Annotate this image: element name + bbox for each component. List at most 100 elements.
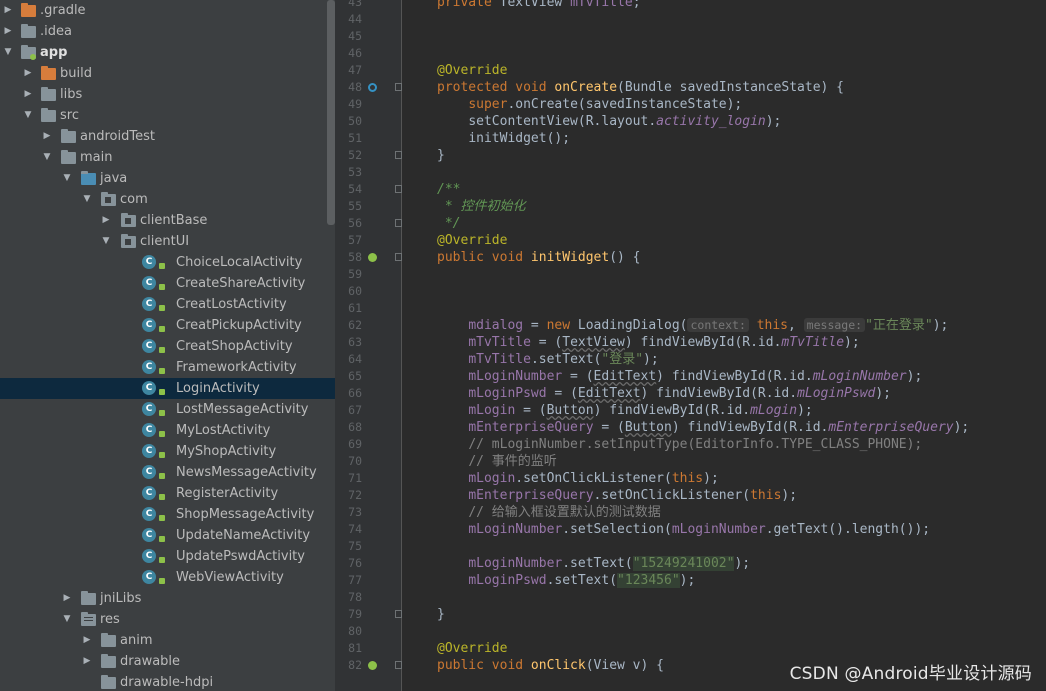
tree-item-creatpickupactivity[interactable]: C CreatPickupActivity	[0, 315, 335, 336]
chevron-right-icon[interactable]: ▶	[61, 588, 73, 609]
fold-icon[interactable]	[395, 610, 402, 618]
chevron-right-icon[interactable]: ▶	[81, 651, 93, 672]
code-line[interactable]: 70 // 事件的监听	[335, 453, 1046, 470]
code-line[interactable]: 77 mLoginPswd.setText("123456");	[335, 572, 1046, 589]
code-line[interactable]: 48 protected void onCreate(Bundle savedIn…	[335, 79, 1046, 96]
code-editor[interactable]: 43 private TextView mTvTitle; 44 45 46 47…	[335, 0, 1046, 691]
tree-item-newsmessageactivity[interactable]: C NewsMessageActivity	[0, 462, 335, 483]
code-line[interactable]: 53	[335, 164, 1046, 181]
code-line[interactable]: 67 mLogin = (Button) findViewById(R.id.m…	[335, 402, 1046, 419]
code-line[interactable]: 65 mLoginNumber = (EditText) findViewByI…	[335, 368, 1046, 385]
chevron-down-icon[interactable]: ▼	[81, 189, 93, 210]
tree-item-jnilibs[interactable]: ▶ jniLibs	[0, 588, 335, 609]
fold-icon[interactable]	[395, 83, 402, 91]
chevron-right-icon[interactable]: ▶	[22, 84, 34, 105]
tree-item-frameworkactivity[interactable]: C FrameworkActivity	[0, 357, 335, 378]
chevron-down-icon[interactable]: ▼	[41, 147, 53, 168]
code-line[interactable]: 56 */	[335, 215, 1046, 232]
tree-item-androidtest[interactable]: ▶ androidTest	[0, 126, 335, 147]
code-line[interactable]: 62 mdialog = new LoadingDialog(context: …	[335, 317, 1046, 334]
code-line[interactable]: 57 @Override	[335, 232, 1046, 249]
tree-item-src[interactable]: ▼ src	[0, 105, 335, 126]
tree-item-webviewactivity[interactable]: C WebViewActivity	[0, 567, 335, 588]
code-line[interactable]: 81 @Override	[335, 640, 1046, 657]
tree-item-lostmessageactivity[interactable]: C LostMessageActivity	[0, 399, 335, 420]
chevron-right-icon[interactable]: ▶	[100, 210, 112, 231]
tree-item-clientui[interactable]: ▼ clientUI	[0, 231, 335, 252]
code-line[interactable]: 47 @Override	[335, 62, 1046, 79]
code-line[interactable]: 69 // mLoginNumber.setInputType(EditorIn…	[335, 436, 1046, 453]
fold-icon[interactable]	[395, 185, 402, 193]
chevron-down-icon[interactable]: ▼	[61, 609, 73, 630]
tree-item-creatshopactivity[interactable]: C CreatShopActivity	[0, 336, 335, 357]
code-line[interactable]: 46	[335, 45, 1046, 62]
code-line[interactable]: 58 public void initWidget() {	[335, 249, 1046, 266]
tree-item-choicelocalactivity[interactable]: C ChoiceLocalActivity	[0, 252, 335, 273]
tree-item-creatlostactivity[interactable]: C CreatLostActivity	[0, 294, 335, 315]
code-line[interactable]: 44	[335, 11, 1046, 28]
tree-item-libs[interactable]: ▶ libs	[0, 84, 335, 105]
tree-item-drawable-hdpi[interactable]: drawable-hdpi	[0, 672, 335, 691]
code-line[interactable]: 75	[335, 538, 1046, 555]
code-line[interactable]: 72 mEnterpriseQuery.setOnClickListener(t…	[335, 487, 1046, 504]
tree-item-loginactivity[interactable]: C LoginActivity	[0, 378, 335, 399]
tree-item-shopmessageactivity[interactable]: C ShopMessageActivity	[0, 504, 335, 525]
tree-item-updatepswdactivity[interactable]: C UpdatePswdActivity	[0, 546, 335, 567]
fold-icon[interactable]	[395, 219, 402, 227]
code-line[interactable]: 45	[335, 28, 1046, 45]
code-area[interactable]: 43 private TextView mTvTitle; 44 45 46 47…	[335, 0, 1046, 674]
fold-icon[interactable]	[395, 151, 402, 159]
chevron-right-icon[interactable]: ▶	[41, 126, 53, 147]
chevron-right-icon[interactable]: ▶	[2, 0, 14, 21]
chevron-down-icon[interactable]: ▼	[2, 42, 14, 63]
code-line[interactable]: 50 setContentView(R.layout.activity_logi…	[335, 113, 1046, 130]
code-line[interactable]: 60	[335, 283, 1046, 300]
fold-icon[interactable]	[395, 661, 402, 669]
code-line[interactable]: 55 * 控件初始化	[335, 198, 1046, 215]
override-marker-icon[interactable]	[368, 83, 377, 92]
tree-item-gradle[interactable]: ▶ .gradle	[0, 0, 335, 21]
chevron-right-icon[interactable]: ▶	[22, 63, 34, 84]
code-line[interactable]: 64 mTvTitle.setText("登录");	[335, 351, 1046, 368]
code-line[interactable]: 61	[335, 300, 1046, 317]
implements-marker-icon[interactable]	[368, 661, 377, 670]
tree-item-myshopactivity[interactable]: C MyShopActivity	[0, 441, 335, 462]
code-line[interactable]: 52}	[335, 147, 1046, 164]
code-line[interactable]: 63 mTvTitle = (TextView) findViewById(R.…	[335, 334, 1046, 351]
code-line[interactable]: 66 mLoginPswd = (EditText) findViewById(…	[335, 385, 1046, 402]
code-line[interactable]: 68 mEnterpriseQuery = (Button) findViewB…	[335, 419, 1046, 436]
tree-item-app[interactable]: ▼ app	[0, 42, 335, 63]
implements-marker-icon[interactable]	[368, 253, 377, 262]
tree-item-idea[interactable]: ▶ .idea	[0, 21, 335, 42]
chevron-right-icon[interactable]: ▶	[2, 21, 14, 42]
code-line[interactable]: 59	[335, 266, 1046, 283]
code-line[interactable]: 54 /**	[335, 181, 1046, 198]
tree-item-build[interactable]: ▶ build	[0, 63, 335, 84]
code-line[interactable]: 79}	[335, 606, 1046, 623]
code-line[interactable]: 51 initWidget();	[335, 130, 1046, 147]
tree-item-registeractivity[interactable]: C RegisterActivity	[0, 483, 335, 504]
code-line[interactable]: 76 mLoginNumber.setText("15249241002");	[335, 555, 1046, 572]
chevron-down-icon[interactable]: ▼	[61, 168, 73, 189]
tree-item-updatenameactivity[interactable]: C UpdateNameActivity	[0, 525, 335, 546]
chevron-down-icon[interactable]: ▼	[100, 231, 112, 252]
code-line[interactable]: 73 // 给输入框设置默认的测试数据	[335, 504, 1046, 521]
code-line[interactable]: 74 mLoginNumber.setSelection(mLoginNumbe…	[335, 521, 1046, 538]
code-line[interactable]: 80	[335, 623, 1046, 640]
code-line[interactable]: 78	[335, 589, 1046, 606]
chevron-down-icon[interactable]: ▼	[22, 105, 34, 126]
code-line[interactable]: 43 private TextView mTvTitle;	[335, 0, 1046, 11]
tree-item-java[interactable]: ▼ java	[0, 168, 335, 189]
tree-item-createshareactivity[interactable]: C CreateShareActivity	[0, 273, 335, 294]
tree-item-anim[interactable]: ▶ anim	[0, 630, 335, 651]
fold-icon[interactable]	[395, 253, 402, 261]
chevron-right-icon[interactable]: ▶	[81, 630, 93, 651]
tree-item-clientbase[interactable]: ▶ clientBase	[0, 210, 335, 231]
code-line[interactable]: 71 mLogin.setOnClickListener(this);	[335, 470, 1046, 487]
tree-item-res[interactable]: ▼ res	[0, 609, 335, 630]
tree-item-main[interactable]: ▼ main	[0, 147, 335, 168]
code-line[interactable]: 49 super.onCreate(savedInstanceState);	[335, 96, 1046, 113]
tree-scrollbar[interactable]	[327, 0, 335, 225]
tree-item-mylostactivity[interactable]: C MyLostActivity	[0, 420, 335, 441]
tree-item-drawable[interactable]: ▶ drawable	[0, 651, 335, 672]
